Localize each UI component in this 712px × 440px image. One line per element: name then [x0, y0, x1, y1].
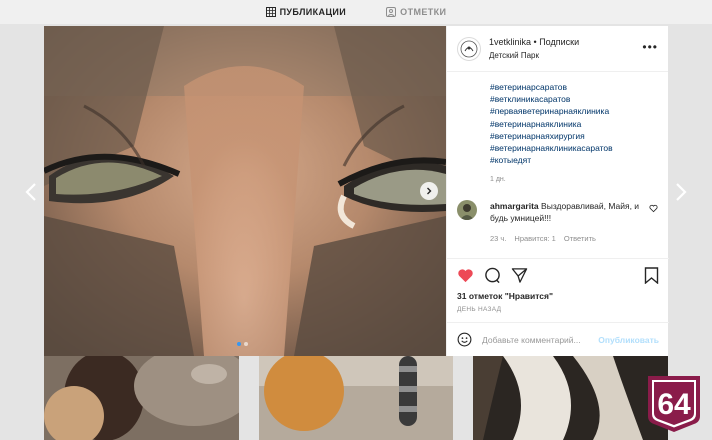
bookmark-icon[interactable]: [644, 267, 659, 284]
comment-text: ahmargarita Выздоравливай, Майя, и будь …: [490, 200, 640, 224]
post-header-text: 1vetklinika • Подписки Детский Парк: [489, 36, 579, 62]
following-label[interactable]: • Подписки: [534, 37, 580, 47]
next-image-button[interactable]: [420, 182, 438, 200]
post-location[interactable]: Детский Парк: [489, 49, 579, 62]
cat-photo-thumb-2: [258, 356, 454, 440]
share-icon[interactable]: [511, 267, 528, 284]
comment-icon[interactable]: [484, 267, 501, 284]
carousel-dot: [244, 342, 248, 346]
tab-publications[interactable]: ПУБЛИКАЦИИ: [265, 0, 347, 20]
post-header: 1vetklinika • Подписки Детский Парк •••: [447, 26, 668, 72]
commenter-avatar[interactable]: [457, 200, 477, 220]
like-heart-icon[interactable]: [457, 267, 474, 284]
author-avatar[interactable]: [457, 36, 481, 61]
badge-number: 64: [657, 388, 691, 421]
next-post-arrow-icon[interactable]: [674, 182, 688, 202]
emoji-smile-icon[interactable]: [457, 332, 472, 347]
posts-grid: [44, 356, 669, 440]
commenter-username[interactable]: ahmargarita: [490, 201, 539, 211]
grid-thumb-3[interactable]: [473, 356, 669, 440]
publish-button[interactable]: Опубликовать: [598, 335, 659, 345]
comment-like-heart-icon[interactable]: [649, 204, 658, 213]
likes-count[interactable]: 31 отметок "Нравится": [457, 291, 553, 301]
caption-timestamp: 1 дн.: [490, 176, 506, 183]
comment-item: ahmargarita Выздоравливай, Майя, и будь …: [457, 198, 662, 248]
hashtag-link[interactable]: #ветеринарнаяхирургия: [490, 130, 660, 142]
clinic-logo-icon: [460, 40, 478, 57]
hashtag-link[interactable]: #ветклиникасаратов: [490, 93, 660, 105]
previous-post-arrow-icon[interactable]: [24, 182, 38, 202]
cat-photo-thumb-1: [44, 356, 239, 440]
comment-likes[interactable]: Нравится: 1: [514, 234, 555, 243]
post-details-panel: 1vetklinika • Подписки Детский Парк ••• …: [446, 26, 669, 356]
post-actions: 31 отметок "Нравится" ДЕНЬ НАЗАД: [447, 258, 669, 322]
cat-photo-thumb-3: [473, 356, 669, 440]
site-logo-badge: 64: [648, 376, 700, 432]
hashtag-link[interactable]: #ветеринарсаратов: [490, 81, 660, 93]
hashtag-link[interactable]: #ветеринарнаяклиника: [490, 118, 660, 130]
grid-icon: [265, 7, 276, 17]
hashtag-link[interactable]: #ветеринарнаяклиникасаратов: [490, 142, 660, 154]
reply-button[interactable]: Ответить: [564, 234, 596, 243]
profile-tabs: ПУБЛИКАЦИИ ОТМЕТКИ: [0, 0, 712, 20]
tab-tags[interactable]: ОТМЕТКИ: [386, 0, 446, 20]
carousel-indicator: [237, 342, 248, 346]
post-date: ДЕНЬ НАЗАД: [457, 306, 502, 313]
tab-publications-label: ПУБЛИКАЦИИ: [279, 7, 347, 17]
chevron-right-icon: [427, 187, 432, 195]
add-comment-bar: Добавьте комментарий... Опубликовать: [447, 322, 669, 356]
post-caption: #ветеринарсаратов #ветклиникасаратов #пе…: [490, 81, 660, 166]
comment-input[interactable]: Добавьте комментарий...: [482, 335, 592, 345]
tab-tags-label: ОТМЕТКИ: [400, 7, 447, 17]
hashtag-link[interactable]: #перваяветеринарнаяклиника: [490, 105, 660, 117]
grid-thumb-2[interactable]: [258, 356, 454, 440]
more-options-icon[interactable]: •••: [642, 40, 658, 54]
grid-thumb-1[interactable]: [44, 356, 239, 440]
comment-meta: 23 ч. Нравится: 1 Ответить: [490, 234, 596, 243]
carousel-dot-active: [237, 342, 241, 346]
hashtag-link[interactable]: #котыедят: [490, 154, 660, 166]
avatar-photo: [457, 200, 477, 220]
post-photo[interactable]: [44, 26, 446, 356]
cat-closeup-photo: [44, 26, 446, 356]
action-icons: [457, 267, 528, 284]
author-username[interactable]: 1vetklinika: [489, 37, 531, 47]
tag-icon: [386, 7, 397, 17]
comment-time: 23 ч.: [490, 234, 507, 243]
